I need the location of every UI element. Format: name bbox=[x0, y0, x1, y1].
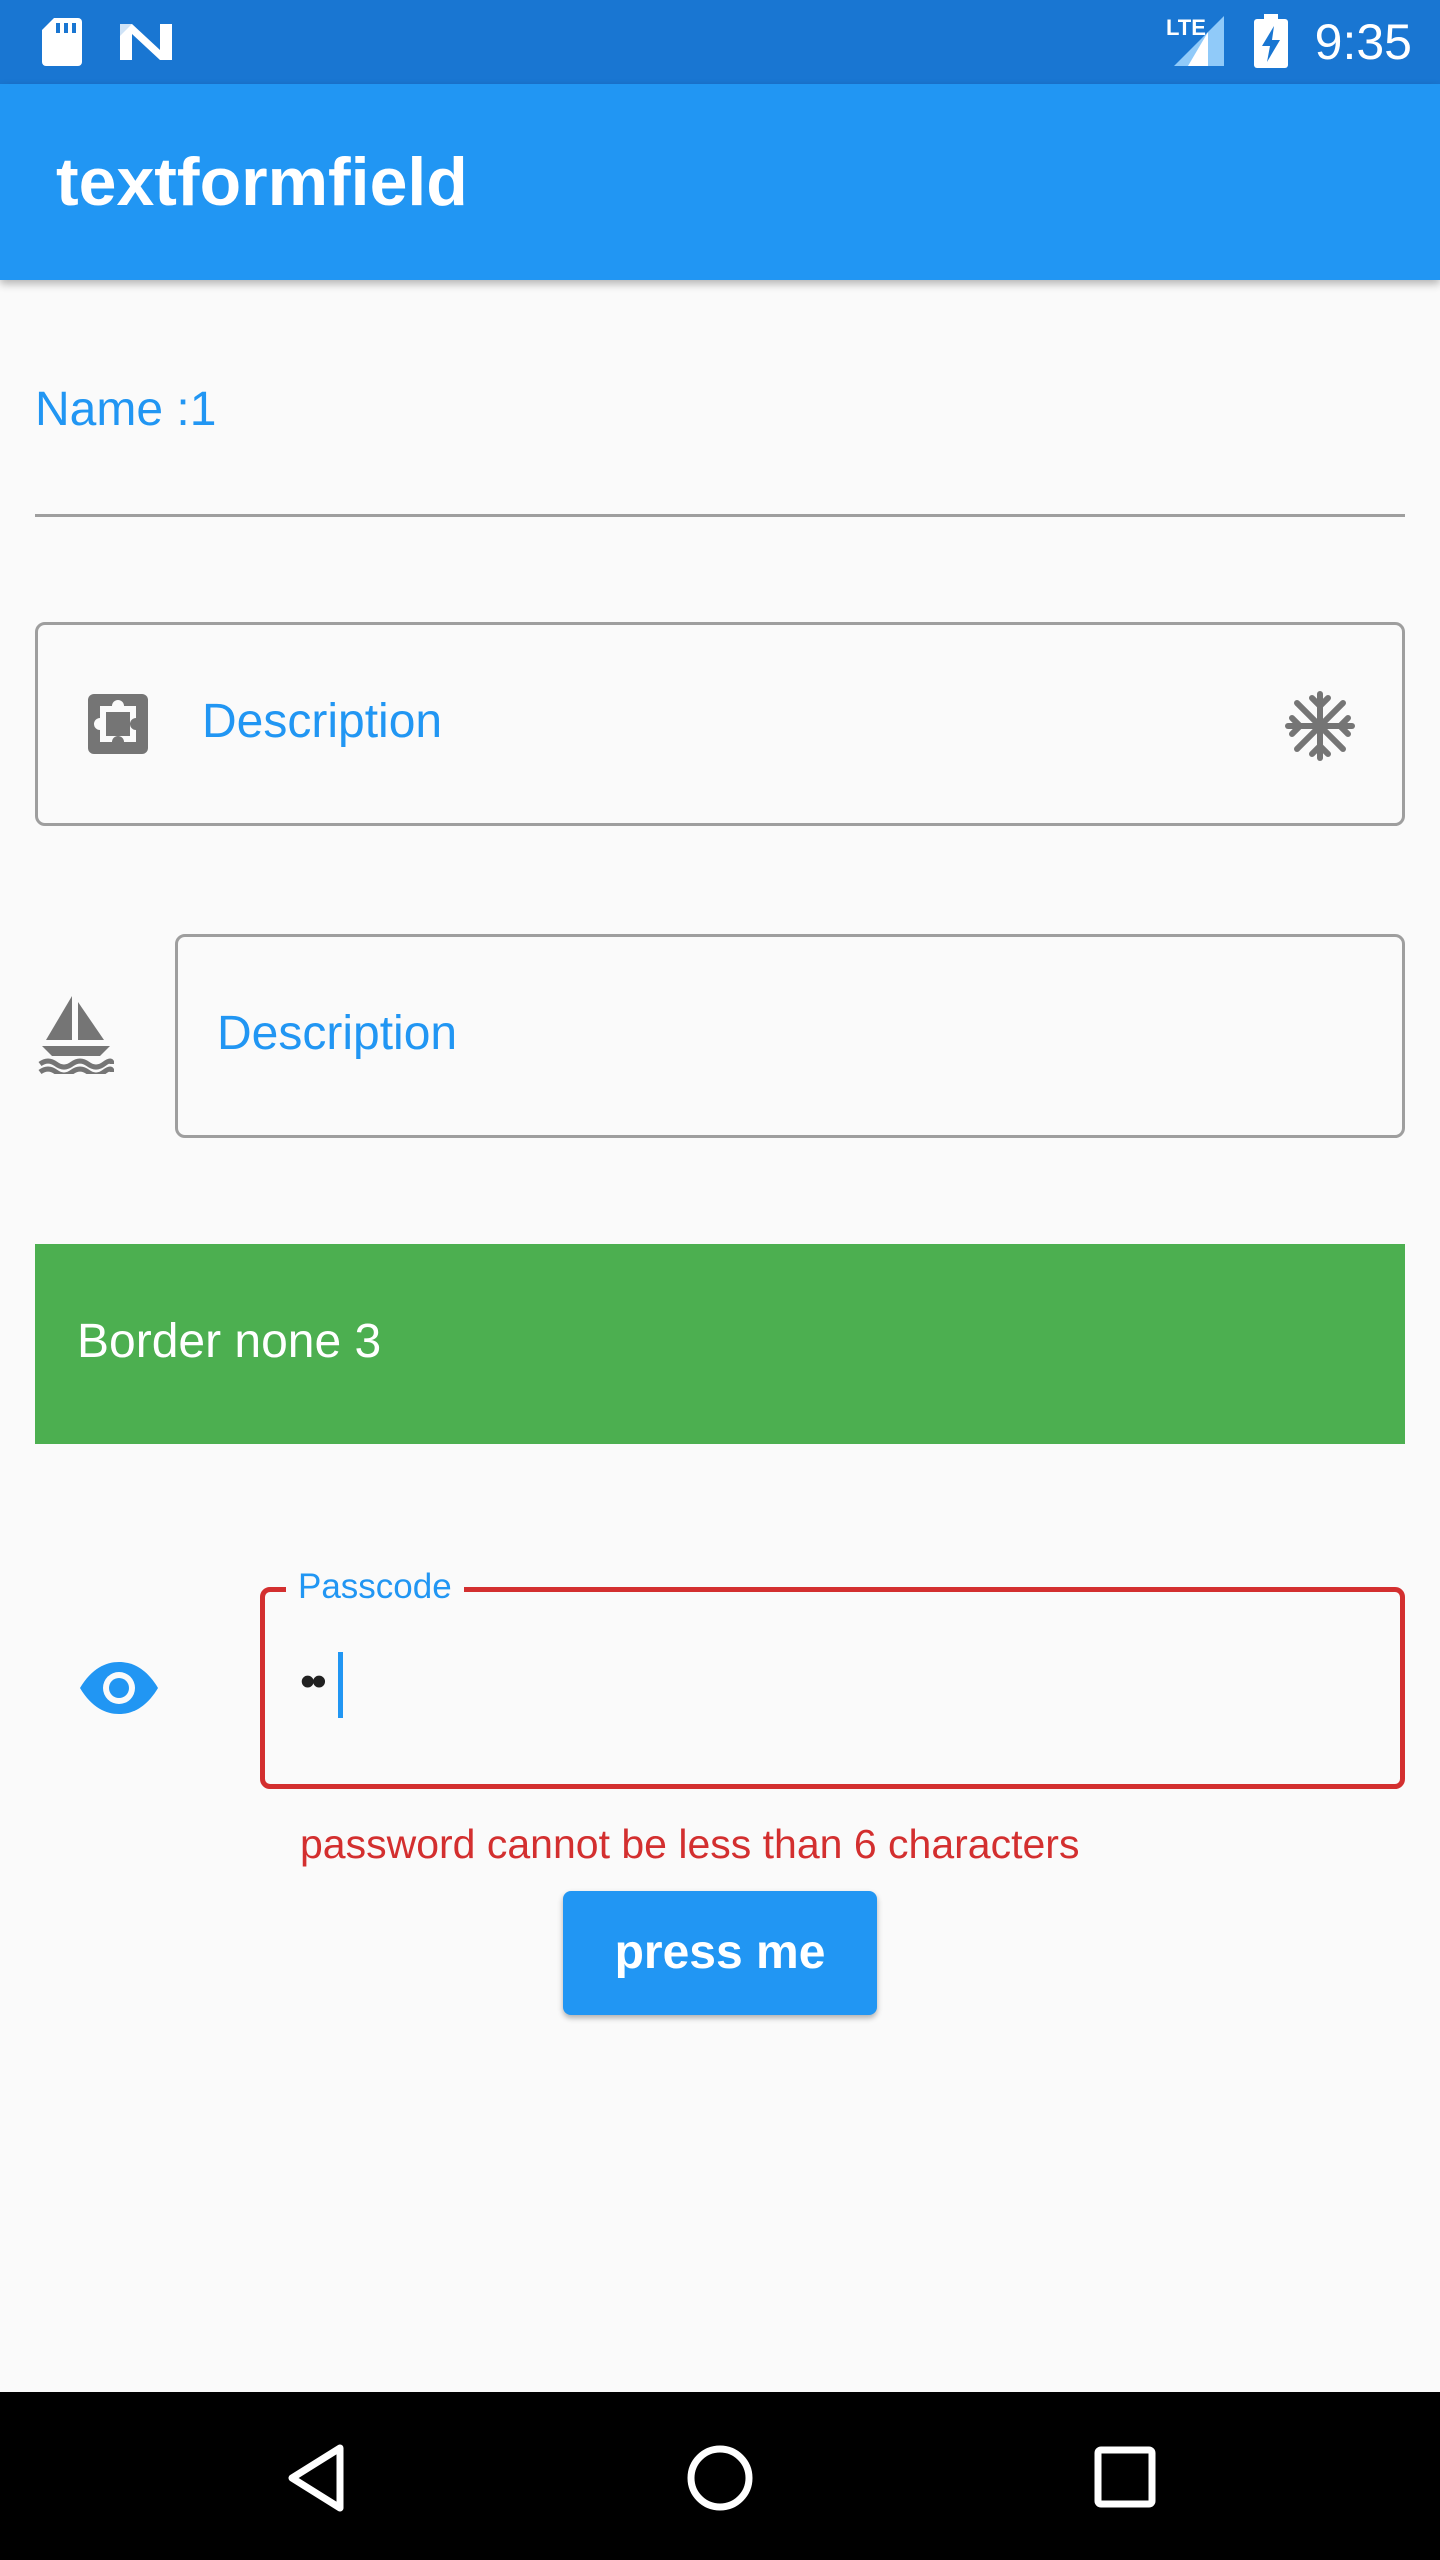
home-icon[interactable] bbox=[686, 2444, 754, 2512]
description-field-2-label: Description bbox=[217, 1007, 458, 1060]
description-field-1-label: Description bbox=[202, 695, 443, 748]
eye-icon[interactable] bbox=[78, 1660, 160, 1716]
lte-signal-icon bbox=[1174, 16, 1224, 66]
name-field-label: Name :1 bbox=[35, 383, 217, 436]
text-caret bbox=[338, 1652, 343, 1718]
passcode-field-label: Passcode bbox=[286, 1566, 464, 1608]
puzzle-piece-icon bbox=[88, 694, 148, 754]
name-field-underline bbox=[35, 514, 1405, 517]
snowflake-icon[interactable] bbox=[1284, 690, 1356, 762]
status-time: 9:35 bbox=[1314, 14, 1412, 70]
notification-n-icon bbox=[120, 24, 172, 60]
app-title: textformfield bbox=[56, 144, 468, 220]
passcode-field[interactable] bbox=[260, 1587, 1405, 1789]
back-icon[interactable] bbox=[286, 2444, 346, 2512]
press-me-button[interactable]: press me bbox=[563, 1891, 877, 2015]
passcode-field-value: •• bbox=[300, 1657, 327, 1706]
status-bar: LTE 9:35 bbox=[0, 0, 1440, 84]
border-none-field-label: Border none 3 bbox=[77, 1315, 382, 1368]
sailboat-icon bbox=[38, 996, 114, 1074]
battery-charging-icon bbox=[1254, 14, 1288, 68]
recents-icon[interactable] bbox=[1094, 2446, 1156, 2508]
passcode-error-text: password cannot be less than 6 character… bbox=[300, 1821, 1080, 1867]
app-bar: textformfield bbox=[0, 84, 1440, 280]
border-none-field[interactable]: Border none 3 bbox=[35, 1244, 1405, 1444]
sd-card-icon bbox=[42, 18, 82, 66]
navigation-bar bbox=[0, 2392, 1440, 2560]
